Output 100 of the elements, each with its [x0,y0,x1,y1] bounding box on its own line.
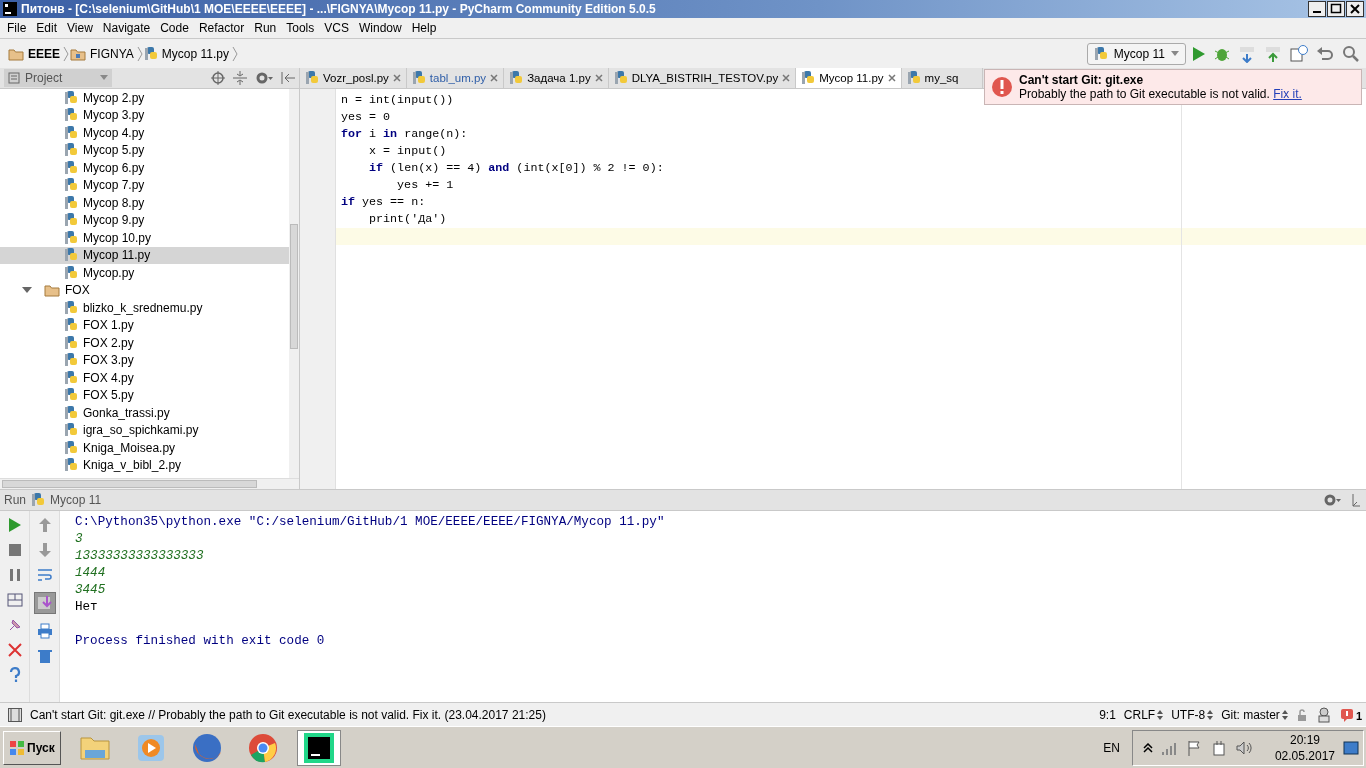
python-file-icon [613,70,628,86]
console-line: Process finished with exit code 0 [75,633,326,650]
search-icon[interactable] [1342,44,1360,63]
up-down-arrows-icon [1281,709,1288,720]
tree-item[interactable]: Mycop 2.py [0,89,289,107]
run-configuration-dropdown[interactable]: Mycop 11 [1086,42,1186,65]
tree-item[interactable]: Mycop 10.py [0,229,289,247]
menu-item[interactable]: Help [406,21,442,35]
trash-icon[interactable] [36,648,53,664]
python-file-icon [64,212,78,229]
menu-item[interactable]: Refactor [193,21,250,35]
breadcrumb[interactable]: EEEE [8,46,60,61]
menu-item[interactable]: Tools [281,21,320,35]
tree-item[interactable]: FOX 2.py [0,334,289,352]
undo-icon[interactable] [1316,44,1334,63]
tree-item[interactable]: blizko_k_srednemu.py [0,299,289,317]
chevron-up-icon[interactable] [1142,742,1153,753]
tree-item[interactable]: FOX [0,281,289,299]
tree-item[interactable]: FOX 5.py [0,386,289,404]
editor-tab[interactable]: Vozr_posl.py [300,68,407,88]
stop-icon[interactable] [6,542,23,558]
collapse-icon[interactable] [233,71,247,85]
run-icon[interactable] [1192,45,1206,62]
menu-item[interactable]: VCS [319,21,354,35]
tree-item[interactable]: Mycop 5.py [0,141,289,159]
tree-item[interactable]: Mycop 11.py [0,246,289,264]
menu-item[interactable]: Run [249,21,282,35]
caret-position[interactable]: 9:1 [1099,707,1116,722]
taskbar-app[interactable] [296,729,341,766]
editor-tab[interactable]: tabl_um.py [406,68,505,88]
tree-item[interactable]: Mycop 4.py [0,124,289,142]
history-icon[interactable] [1290,44,1308,63]
menu-item[interactable]: Window [353,21,407,35]
maximize-icon[interactable] [1327,1,1345,17]
vcs-update-icon[interactable] [1238,44,1256,63]
tree-item[interactable]: Gonka_trassi.py [0,404,289,422]
menu-item[interactable]: View [62,21,98,35]
scroll-to-end-icon[interactable] [33,592,56,614]
line-separator-widget[interactable]: CRLF [1123,707,1164,722]
tree-item[interactable]: Mycop 8.py [0,194,289,212]
vcs-branch-widget[interactable]: Git: master [1221,707,1288,722]
windows-logo-icon [9,739,25,756]
speaker-icon[interactable] [1234,739,1253,756]
encoding-widget[interactable]: UTF-8 [1171,707,1214,722]
minimize-icon[interactable] [1308,1,1326,17]
print-icon[interactable] [36,623,53,639]
run-icon[interactable] [6,517,23,533]
event-log-widget[interactable]: 1 [1339,707,1362,722]
menu-item[interactable]: File [2,21,32,35]
flag-icon[interactable] [1186,739,1203,756]
menu-item[interactable]: Edit [31,21,63,35]
editor-tab[interactable]: Задача 1.py [504,68,609,88]
menu-item[interactable]: Code [155,21,194,35]
toggle-tool-windows-icon[interactable] [8,707,22,722]
editor-tab[interactable]: Mycop 11.py [796,68,902,88]
breadcrumb[interactable]: Mycop 11.py [143,45,229,62]
python-file-icon [801,70,816,86]
inspector-icon[interactable] [1315,706,1332,723]
tree-item[interactable]: FOX 4.py [0,369,289,387]
tree-item[interactable]: Mycop 7.py [0,176,289,194]
vcs-commit-icon[interactable] [1264,44,1282,63]
tree-item[interactable]: FOX 3.py [0,351,289,369]
menu-item[interactable]: Navigate [97,21,156,35]
scrollbar-thumb[interactable] [290,224,298,349]
caret-icon [100,75,108,81]
fix-it-link[interactable]: Fix it. [1273,87,1302,101]
show-desktop-icon[interactable] [1343,740,1359,755]
tree-item[interactable]: Mycop 3.py [0,106,289,124]
tree-item[interactable]: Kniga_v_bibl_2.py [0,456,289,474]
gear-icon[interactable] [255,71,273,85]
tree-item[interactable]: Kniga_Moisea.py [0,439,289,457]
code-line: n = int(input()) [341,93,454,107]
python-file-icon [64,194,78,211]
tree-item[interactable]: Mycop.py [0,264,289,282]
tree-item[interactable]: FOX 1.py [0,316,289,334]
code-line: print('Да') [368,212,447,226]
code-line: if (len(x) == 4) and (int(x[0]) % 2 != 0): [368,161,664,175]
tree-item[interactable]: Mycop 6.py [0,159,289,177]
power-plug-icon[interactable] [1210,739,1227,756]
gear-icon[interactable] [1323,493,1341,507]
hide-panel-icon[interactable] [281,71,295,85]
console-line: C:\Python35\python.exe "C:/selenium/GitHub/1 MOE/EEEE/EEEE/FIGNYA/Mycop 11.py" [75,514,666,531]
python-file-icon [1093,45,1108,62]
project-view-dropdown[interactable]: Project [4,69,112,87]
tree-item[interactable]: igra_so_spichkami.py [0,421,289,439]
code-line: for i in range(n): [341,127,468,141]
scrollbar-thumb[interactable] [2,480,257,488]
run-configuration-tab[interactable]: Mycop 11 [50,493,102,507]
tree-item[interactable]: Mycop 9.py [0,211,289,229]
soft-wrap-icon[interactable] [36,567,53,583]
python-file-icon [411,70,426,86]
lock-icon[interactable] [1295,708,1308,721]
language-indicator[interactable]: EN [1103,740,1120,755]
locate-icon[interactable] [211,71,225,85]
close-icon[interactable] [1346,1,1364,17]
start-button[interactable]: Пуск [3,730,61,765]
editor-tab[interactable]: my_sq [901,68,983,88]
notification-message: Probably the path to Git executable is not valid. Fix it. [1019,87,1302,101]
layout-icon[interactable] [6,592,23,608]
breadcrumb[interactable]: FIGNYA [70,46,134,61]
